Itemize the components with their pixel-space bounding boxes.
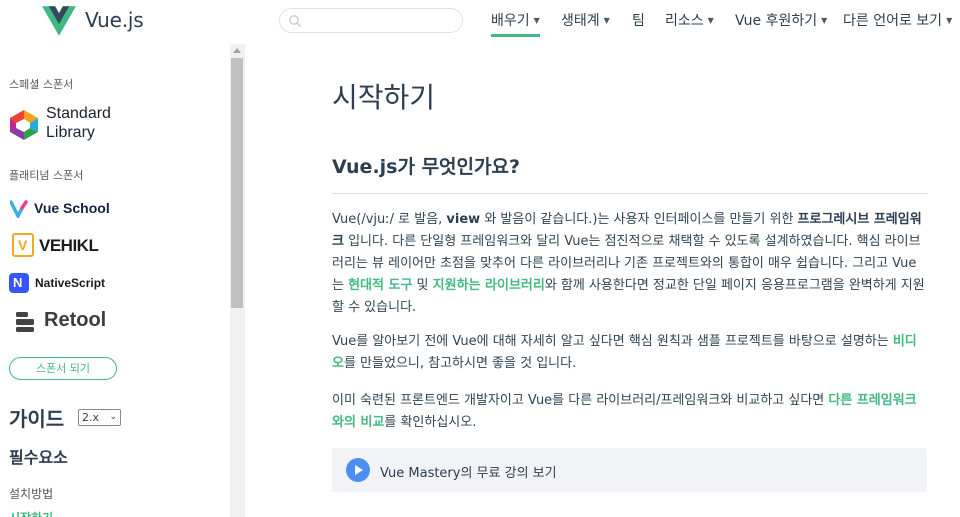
para1-text-1: Vue(/vjuː/ 로 발음, [332, 212, 447, 227]
nav-learn[interactable]: 배우기 ▼ [491, 10, 540, 37]
sidebar-link-getting-started[interactable]: 시작하기 [9, 509, 53, 517]
vehikl-name: VEHIKL [39, 236, 99, 255]
chevron-down-icon: ▼ [821, 16, 828, 25]
search-icon [289, 15, 301, 27]
vue-mastery-banner[interactable]: Vue Mastery의 무료 강의 보기 [332, 448, 927, 492]
become-sponsor-button[interactable]: 스폰서 되기 [9, 357, 117, 380]
section-title: 필수요소 [9, 448, 68, 467]
para2-text-1: Vue를 알아보기 전에 Vue에 대해 자세히 알고 싶다면 핵심 원칙과 샘… [332, 334, 893, 349]
comparison-paragraph: 이미 숙련된 프론트엔드 개발자이고 Vue를 다른 라이브러리/프레임워크와 … [332, 390, 928, 434]
video-paragraph: Vue를 알아보기 전에 Vue에 대해 자세히 알고 싶다면 핵심 원칙과 샘… [332, 331, 928, 375]
sidebar-scroll-thumb[interactable] [231, 58, 243, 308]
sponsor-standard-library[interactable]: Standard Library [8, 104, 128, 148]
para1-text-2: 와 발음이 같습니다.)는 사용자 인터페이스를 만들기 위한 [480, 212, 798, 227]
chevron-down-icon: ⌄ [109, 412, 117, 422]
vue-mastery-text: Vue Mastery의 무료 강의 보기 [380, 466, 557, 481]
section-heading-text: Vue.js가 무엇인가요? [332, 156, 520, 178]
para1-bold-view: view [446, 212, 481, 227]
vue-school-name: Vue School [34, 200, 110, 216]
nav-ecosystem[interactable]: 생태계 ▼ [561, 10, 610, 30]
chevron-down-icon: ▼ [533, 16, 540, 25]
guide-title: 가이드 [9, 407, 65, 431]
nav-team-label: 팀 [632, 13, 645, 29]
brand-name[interactable]: Vue.js [85, 8, 144, 32]
vehikl-logo-icon: V [12, 233, 34, 257]
version-select[interactable]: 2.x ⌄ [78, 409, 121, 426]
chevron-down-icon: ▼ [946, 16, 953, 25]
heading-rule [332, 193, 928, 194]
standard-library-logo-icon [10, 110, 38, 140]
page-title: 시작하기 [332, 81, 436, 114]
nav-support-vue[interactable]: Vue 후원하기 ▼ [735, 10, 827, 30]
retool-logo-icon [16, 312, 34, 332]
sponsor-nativescript[interactable]: N NativeScript [8, 272, 128, 296]
sidebar-divider [244, 44, 245, 517]
scroll-up-arrow-icon[interactable] [233, 48, 241, 53]
nav-team[interactable]: 팀 [632, 10, 645, 30]
para1-text-4: 및 [412, 278, 433, 293]
standard-library-line2: Library [46, 124, 95, 141]
special-sponsor-label: 스페셜 스폰서 [9, 78, 74, 91]
top-header: Vue.js 배우기 ▼ 생태계 ▼ 팀 리소스 ▼ Vue 후원하기 ▼ 다른 언어로… [0, 0, 960, 44]
section-heading[interactable]: Vue.js가 무엇인가요? [332, 152, 520, 179]
supporting-libraries-link[interactable]: 지원하는 라이브러리 [433, 278, 545, 293]
search-box[interactable] [279, 8, 463, 33]
nav-translations[interactable]: 다른 언어로 보기 ▼ [843, 10, 952, 30]
retool-name: Retool [44, 309, 107, 331]
nativescript-name: NativeScript [35, 276, 106, 290]
nav-resources[interactable]: 리소스 ▼ [665, 10, 714, 30]
chevron-down-icon: ▼ [707, 16, 714, 25]
sponsor-vehikl[interactable]: V VEHIKL [8, 233, 128, 259]
search-input[interactable] [306, 12, 456, 30]
play-icon [346, 458, 370, 482]
sidebar-link-installation[interactable]: 설치방법 [9, 485, 53, 502]
nav-support-vue-label: Vue 후원하기 [735, 13, 818, 29]
sponsor-vue-school[interactable]: Vue School [8, 197, 128, 221]
chevron-down-icon: ▼ [603, 16, 610, 25]
sponsor-retool[interactable]: Retool [8, 307, 128, 337]
modern-tooling-link[interactable]: 현대적 도구 [348, 278, 412, 293]
standard-library-line1: Standard [46, 105, 111, 122]
para3-text-2: 를 확인하십시오. [384, 415, 477, 430]
version-value: 2.x [82, 411, 100, 424]
platinum-sponsor-label: 플래티넘 스폰서 [9, 169, 84, 182]
nav-resources-label: 리소스 [665, 13, 704, 29]
vue-logo-icon[interactable] [42, 5, 76, 37]
nativescript-logo-icon: N [9, 273, 29, 293]
nav-ecosystem-label: 생태계 [561, 13, 600, 29]
para3-text-1: 이미 숙련된 프론트엔드 개발자이고 Vue를 다른 라이브러리/프레임워크와 … [332, 393, 829, 408]
nav-learn-label: 배우기 [491, 13, 530, 29]
vue-school-logo-icon [10, 200, 28, 218]
para2-text-2: 를 만들었으니, 참고하시면 좋을 것 입니다. [343, 356, 577, 371]
nav-translations-label: 다른 언어로 보기 [843, 13, 943, 29]
intro-paragraph: Vue(/vjuː/ 로 발음, view 와 발음이 같습니다.)는 사용자 … [332, 209, 928, 319]
